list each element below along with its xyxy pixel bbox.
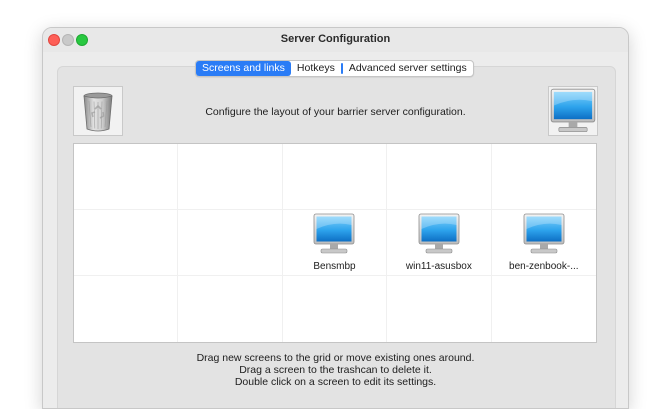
tab-advanced-server-settings[interactable]: Advanced server settings <box>343 61 473 76</box>
monitor-icon <box>522 213 566 255</box>
tab-hotkeys[interactable]: Hotkeys <box>291 61 341 76</box>
grid-cell[interactable] <box>492 276 596 342</box>
grid-cell[interactable] <box>74 144 179 210</box>
grid-cell[interactable] <box>491 144 596 210</box>
grid-cell[interactable] <box>74 210 179 276</box>
trash-can-icon <box>83 92 113 132</box>
tab-screens-and-links[interactable]: Screens and links <box>196 61 291 76</box>
screen-name-label: Bensmbp <box>313 261 356 272</box>
grid-cell[interactable] <box>178 144 283 210</box>
grid-cell[interactable] <box>282 144 388 210</box>
configure-message: Configure the layout of your barrier ser… <box>205 106 466 118</box>
grid-cell[interactable]: Bensmbp <box>282 210 388 276</box>
tab-bar: Screens and links Hotkeys Advanced serve… <box>195 60 474 77</box>
monitor-icon <box>417 213 461 255</box>
grid-cell[interactable]: ben-zenbook-... <box>491 210 596 276</box>
grid-cell[interactable] <box>74 276 179 342</box>
screen-name-label: win11-asusbox <box>405 261 472 272</box>
screen-layout-grid[interactable]: Bensmbp win11-asusbox ben-zenbook-... <box>73 143 597 343</box>
server-configuration-window: Server Configuration Screens and links H… <box>42 27 629 409</box>
monitor-icon <box>549 88 597 134</box>
grid-cell[interactable] <box>178 210 283 276</box>
trash-drop-target[interactable] <box>73 86 123 136</box>
title-bar[interactable]: Server Configuration <box>43 28 628 52</box>
screen-win11-asusbox[interactable]: win11-asusbox <box>387 213 490 272</box>
help-text-line-1: Drag new screens to the grid or move exi… <box>196 352 475 364</box>
window-title: Server Configuration <box>280 33 391 45</box>
new-screen-drag-source[interactable] <box>548 86 598 136</box>
grid-cell[interactable] <box>387 144 492 210</box>
grid-cell[interactable]: win11-asusbox <box>387 210 492 276</box>
screen-bensmbp[interactable]: Bensmbp <box>283 213 386 272</box>
screen-ben-zenbook[interactable]: ben-zenbook-... <box>492 213 596 272</box>
help-text-line-3: Double click on a screen to edit its set… <box>234 376 437 388</box>
screen-name-label: ben-zenbook-... <box>509 261 579 272</box>
grid-cell[interactable] <box>283 276 388 342</box>
monitor-icon <box>312 213 356 255</box>
help-text-line-2: Drag a screen to the trashcan to delete … <box>239 364 432 376</box>
grid-cell[interactable] <box>387 276 492 342</box>
grid-cell[interactable] <box>178 276 283 342</box>
